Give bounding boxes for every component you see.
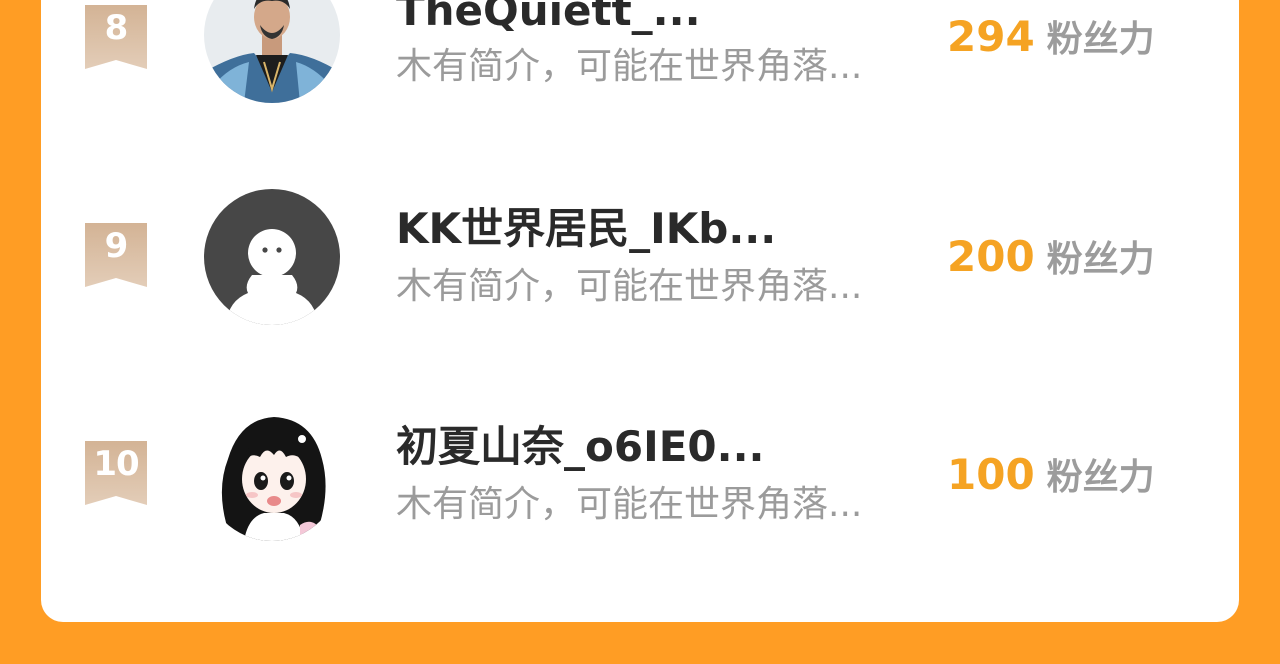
- rank-badge: 8: [85, 5, 147, 69]
- avatar[interactable]: [204, 189, 340, 325]
- fans-count: 100: [947, 450, 1035, 499]
- anime-girl-avatar-icon: [204, 405, 340, 541]
- leaderboard-row-10[interactable]: 10 初夏山奈_o6IE0... 木有简介，可能在世界角落... 100 粉丝力: [41, 396, 1239, 546]
- rank-number: 8: [104, 8, 129, 48]
- fans-count: 294: [947, 12, 1035, 61]
- avatar[interactable]: [204, 0, 340, 103]
- man-with-beard-photo-icon: [204, 0, 340, 103]
- rank-badge: 10: [85, 441, 147, 505]
- user-bio: 木有简介，可能在世界角落...: [396, 484, 863, 525]
- rank-number: 9: [104, 226, 129, 266]
- fans-label: 粉丝力: [1046, 457, 1155, 498]
- leaderboard-card: 8 TheQuiett_... 木有简介，可能在世界角落... 294 粉丝力: [41, 0, 1239, 622]
- fans-label: 粉丝力: [1046, 239, 1155, 280]
- default-avatar-icon: [204, 189, 340, 325]
- fans-power: 294 粉丝力: [947, 11, 1155, 72]
- user-name[interactable]: TheQuiett_...: [396, 0, 701, 37]
- leaderboard-row-9[interactable]: 9 KK世界居民_IKb... 木有简介，可能在世界角落... 200 粉丝力: [41, 178, 1239, 328]
- fans-label: 粉丝力: [1046, 19, 1155, 60]
- user-bio: 木有简介，可能在世界角落...: [396, 46, 863, 87]
- user-name[interactable]: KK世界居民_IKb...: [396, 203, 776, 255]
- leaderboard-row-8[interactable]: 8 TheQuiett_... 木有简介，可能在世界角落... 294 粉丝力: [41, 0, 1239, 110]
- fans-count: 200: [947, 232, 1035, 281]
- rank-number: 10: [93, 444, 139, 484]
- user-bio: 木有简介，可能在世界角落...: [396, 266, 863, 307]
- user-name[interactable]: 初夏山奈_o6IE0...: [396, 421, 765, 473]
- avatar[interactable]: [204, 405, 340, 541]
- rank-badge: 9: [85, 223, 147, 287]
- fans-power: 200 粉丝力: [947, 231, 1155, 292]
- fans-power: 100 粉丝力: [947, 449, 1155, 510]
